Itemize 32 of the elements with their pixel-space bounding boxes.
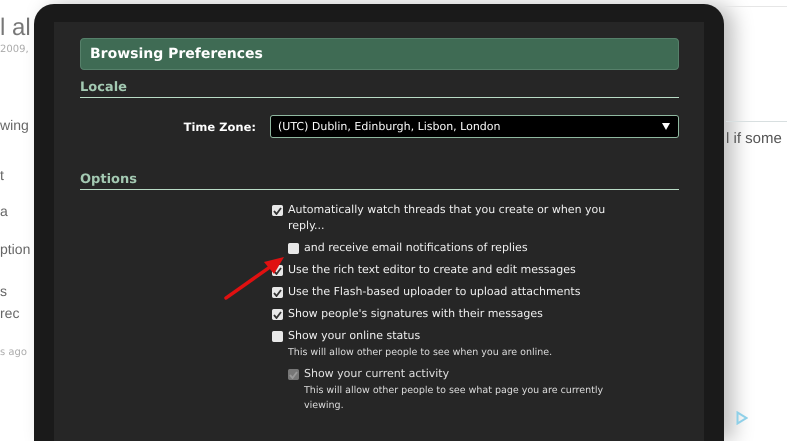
option-label: and receive email notifications of replies (304, 240, 528, 256)
pointer-arrow (224, 257, 284, 300)
post-text-fragment: rec (0, 305, 20, 321)
page-title-fragment: l al (0, 14, 32, 42)
post-text-fragment: t (0, 167, 5, 183)
checkbox[interactable] (272, 309, 283, 320)
section-title: Locale (80, 80, 679, 98)
post-text-fragment: s (0, 283, 8, 299)
option-label: Use the rich text editor to create and edit messages (288, 262, 576, 278)
section-title: Options (80, 172, 679, 190)
post-footer-fragment: s ago (0, 347, 28, 358)
option-label: Automatically watch threads that you create or when you reply... (288, 202, 606, 234)
option-label: Show your online status (288, 328, 420, 344)
checkbox[interactable] (272, 287, 283, 298)
checkbox[interactable] (288, 243, 299, 254)
post-text-fragment: ption (0, 241, 32, 257)
option-label: Show people's signatures with their messages (288, 306, 543, 322)
post-text-fragment: l if some (726, 121, 787, 147)
dialog-header: Browsing Preferences (80, 38, 679, 70)
post-date-fragment: 2009, (0, 44, 30, 55)
option-hint: This will allow other people to see when you are online. (288, 346, 554, 360)
time-zone-label: Time Zone: (182, 120, 256, 134)
option-label: Use the Flash-based uploader to upload attachments (288, 284, 580, 300)
dropdown-caret-icon (662, 123, 670, 130)
time-zone-dropdown[interactable]: (UTC) Dublin, Edinburgh, Lisbon, London (270, 115, 679, 138)
checkbox[interactable] (272, 331, 283, 342)
option-label: Show your current activity (304, 366, 450, 382)
play-triangle-icon (736, 411, 748, 425)
option-hint: This will allow other people to see what page you are currently viewing. (304, 384, 604, 413)
post-text-fragment: wing (0, 117, 30, 133)
post-text-fragment: a (0, 203, 9, 219)
checkbox[interactable] (272, 205, 283, 216)
